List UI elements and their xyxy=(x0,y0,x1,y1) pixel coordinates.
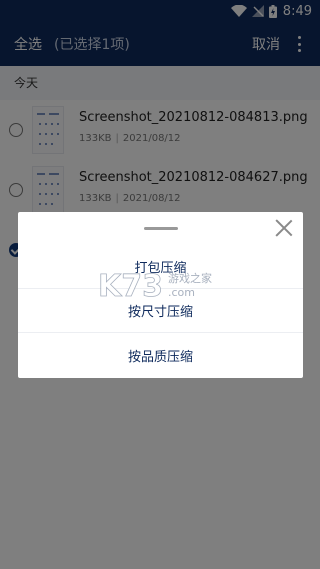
compress-options-dialog: 打包压缩 按尺寸压缩 按品质压缩 xyxy=(18,212,303,378)
compress-by-quality-option[interactable]: 按品质压缩 xyxy=(18,333,303,377)
close-icon[interactable] xyxy=(275,219,293,237)
compress-by-size-option[interactable]: 按尺寸压缩 xyxy=(18,289,303,333)
drag-handle[interactable] xyxy=(144,227,178,230)
pack-compress-option[interactable]: 打包压缩 xyxy=(18,245,303,289)
